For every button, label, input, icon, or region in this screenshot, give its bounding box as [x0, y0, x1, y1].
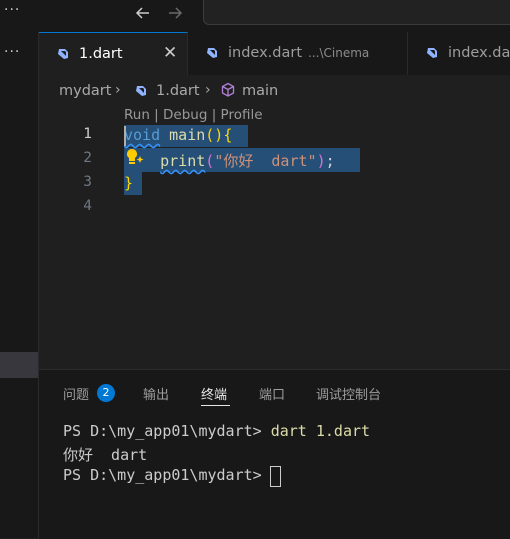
code-token-brace: {	[223, 126, 233, 144]
tab-label: 1.dart	[79, 46, 123, 62]
tab-index-dart[interactable]: index.dart	[408, 32, 510, 75]
code-line-3[interactable]: }	[124, 174, 133, 192]
code-token-semicolon: ;	[325, 152, 335, 170]
terminal-cursor	[270, 466, 281, 487]
arrow-right-icon[interactable]	[166, 4, 184, 27]
code-line-2[interactable]: print("你好 dart");	[124, 150, 335, 171]
sidebar-selected-item[interactable]	[0, 352, 38, 378]
panel-tab-debug-console[interactable]: 调试控制台	[316, 384, 381, 403]
line-number: 3	[83, 174, 92, 190]
chevron-right-icon: ›	[205, 82, 211, 98]
panel-tab-output[interactable]: 输出	[143, 384, 169, 403]
breadcrumb-file[interactable]: 1.dart	[156, 83, 200, 99]
line-number: 1	[83, 126, 92, 142]
tab-index-dart-cinema[interactable]: index.dart ...\Cinema	[188, 32, 408, 75]
tab-label: index.dart	[228, 45, 303, 61]
ellipsis-icon[interactable]: ···	[4, 2, 20, 18]
code-token-keyword: void	[124, 126, 161, 144]
lightbulb-sparkle-icon[interactable]	[124, 146, 146, 168]
code-token-paren-open: (	[205, 152, 215, 170]
code-token-parens: ()	[205, 126, 224, 144]
editor-tab-bar: 1.dart ✕ index.dart ...\Cinema index.dart	[39, 32, 510, 75]
code-token-function: main	[169, 126, 206, 144]
problems-count-badge: 2	[97, 384, 115, 402]
dart-icon	[427, 48, 437, 58]
close-icon[interactable]: ✕	[163, 43, 177, 63]
sidebar	[0, 32, 39, 538]
panel-tab-problems[interactable]: 问题	[63, 384, 89, 403]
line-number: 4	[83, 198, 92, 214]
terminal-prompt: PS D:\my_app01\mydart>	[63, 422, 271, 440]
breadcrumb-symbol[interactable]: main	[242, 83, 278, 99]
dart-icon	[58, 49, 68, 59]
panel-tab-ports[interactable]: 端口	[259, 384, 285, 403]
chevron-right-icon: ›	[115, 82, 121, 98]
code-token-string: "你好 dart"	[214, 152, 317, 170]
dart-icon	[136, 86, 146, 96]
code-token-function: print	[160, 152, 206, 170]
code-line-1[interactable]: void main(){	[124, 126, 232, 144]
panel-tab-terminal[interactable]: 终端	[201, 384, 227, 403]
terminal-line-1[interactable]: PS D:\my_app01\mydart> dart 1.dart	[63, 422, 370, 440]
code-token-brace: }	[124, 174, 134, 192]
command-center-search[interactable]	[203, 0, 510, 25]
text-cursor	[124, 126, 126, 146]
terminal-command: dart 1.dart	[270, 422, 371, 440]
tab-1-dart[interactable]: 1.dart ✕	[39, 32, 188, 75]
arrow-left-icon[interactable]	[134, 4, 152, 27]
breadcrumb-folder[interactable]: mydart	[59, 83, 111, 99]
terminal-prompt: PS D:\my_app01\mydart>	[63, 466, 271, 484]
terminal-output: 你好 dart	[63, 446, 148, 464]
ellipsis-icon[interactable]: ···	[4, 44, 20, 60]
symbol-method-icon	[221, 82, 235, 97]
terminal-line-3[interactable]: PS D:\my_app01\mydart>	[63, 466, 271, 484]
active-tab-indicator	[201, 405, 230, 406]
dart-icon	[207, 48, 217, 58]
code-token-paren-close: )	[316, 152, 326, 170]
tab-description: ...\Cinema	[308, 46, 370, 60]
tab-label: index.dart	[448, 45, 510, 61]
line-number: 2	[83, 150, 92, 166]
codelens-run-debug-profile[interactable]: Run | Debug | Profile	[124, 107, 263, 123]
